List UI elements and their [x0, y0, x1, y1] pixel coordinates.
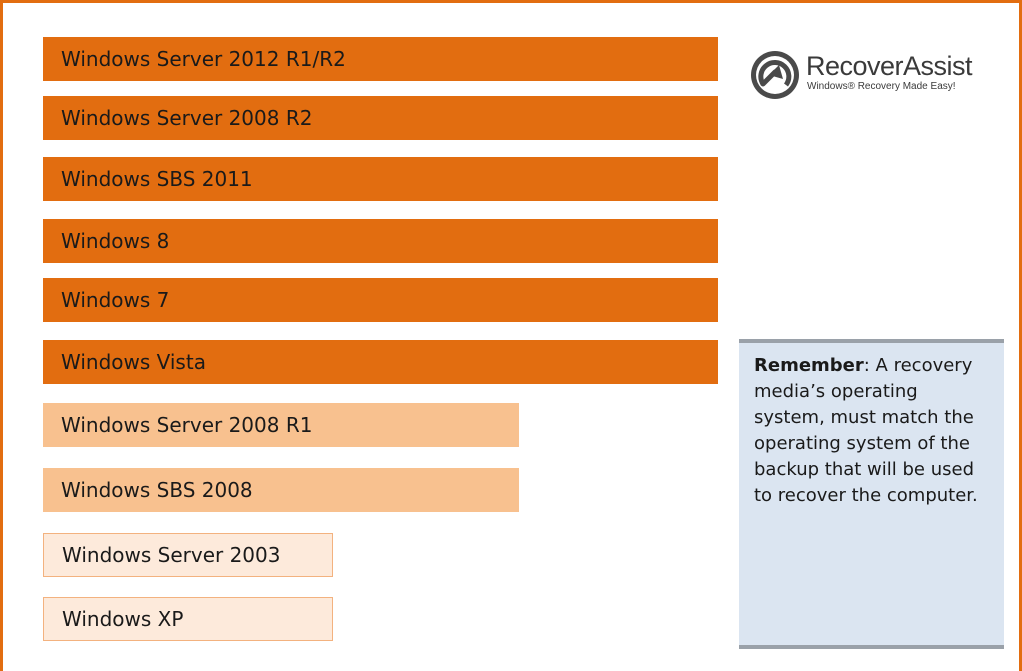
- os-bar: Windows Server 2012 R1/R2: [43, 37, 718, 81]
- note-emphasis: Remember: [754, 355, 864, 376]
- os-bar-label: Windows Server 2003: [62, 543, 281, 567]
- os-bar: Windows 7: [43, 278, 718, 322]
- os-bar-label: Windows 7: [61, 288, 170, 312]
- os-bar-label: Windows 8: [61, 229, 170, 253]
- os-bar: Windows Server 2008 R2: [43, 96, 718, 140]
- remember-note: Remember: A recovery media’s operating s…: [739, 339, 1004, 649]
- os-bar: Windows Server 2003: [43, 533, 333, 577]
- os-bar-label: Windows Server 2008 R2: [61, 106, 313, 130]
- os-bar: Windows Vista: [43, 340, 718, 384]
- os-bar: Windows Server 2008 R1: [43, 403, 519, 447]
- os-bar-label: Windows XP: [62, 607, 184, 631]
- os-bar-label: Windows Server 2012 R1/R2: [61, 47, 346, 71]
- logo-tagline: Windows® Recovery Made Easy!: [807, 81, 956, 92]
- os-bar: Windows SBS 2011: [43, 157, 718, 201]
- os-bar-label: Windows SBS 2011: [61, 167, 253, 191]
- note-body: : A recovery media’s operating system, m…: [754, 355, 978, 506]
- logo-name: RecoverAssist: [806, 51, 973, 81]
- os-bar: Windows XP: [43, 597, 333, 641]
- os-bar-label: Windows Server 2008 R1: [61, 413, 313, 437]
- os-bar: Windows SBS 2008: [43, 468, 519, 512]
- os-bar: Windows 8: [43, 219, 718, 263]
- os-bar-label: Windows SBS 2008: [61, 478, 253, 502]
- os-bar-label: Windows Vista: [61, 350, 206, 374]
- recovery-arrow-icon: [751, 51, 799, 99]
- recoverassist-logo: RecoverAssist Windows® Recovery Made Eas…: [746, 45, 992, 105]
